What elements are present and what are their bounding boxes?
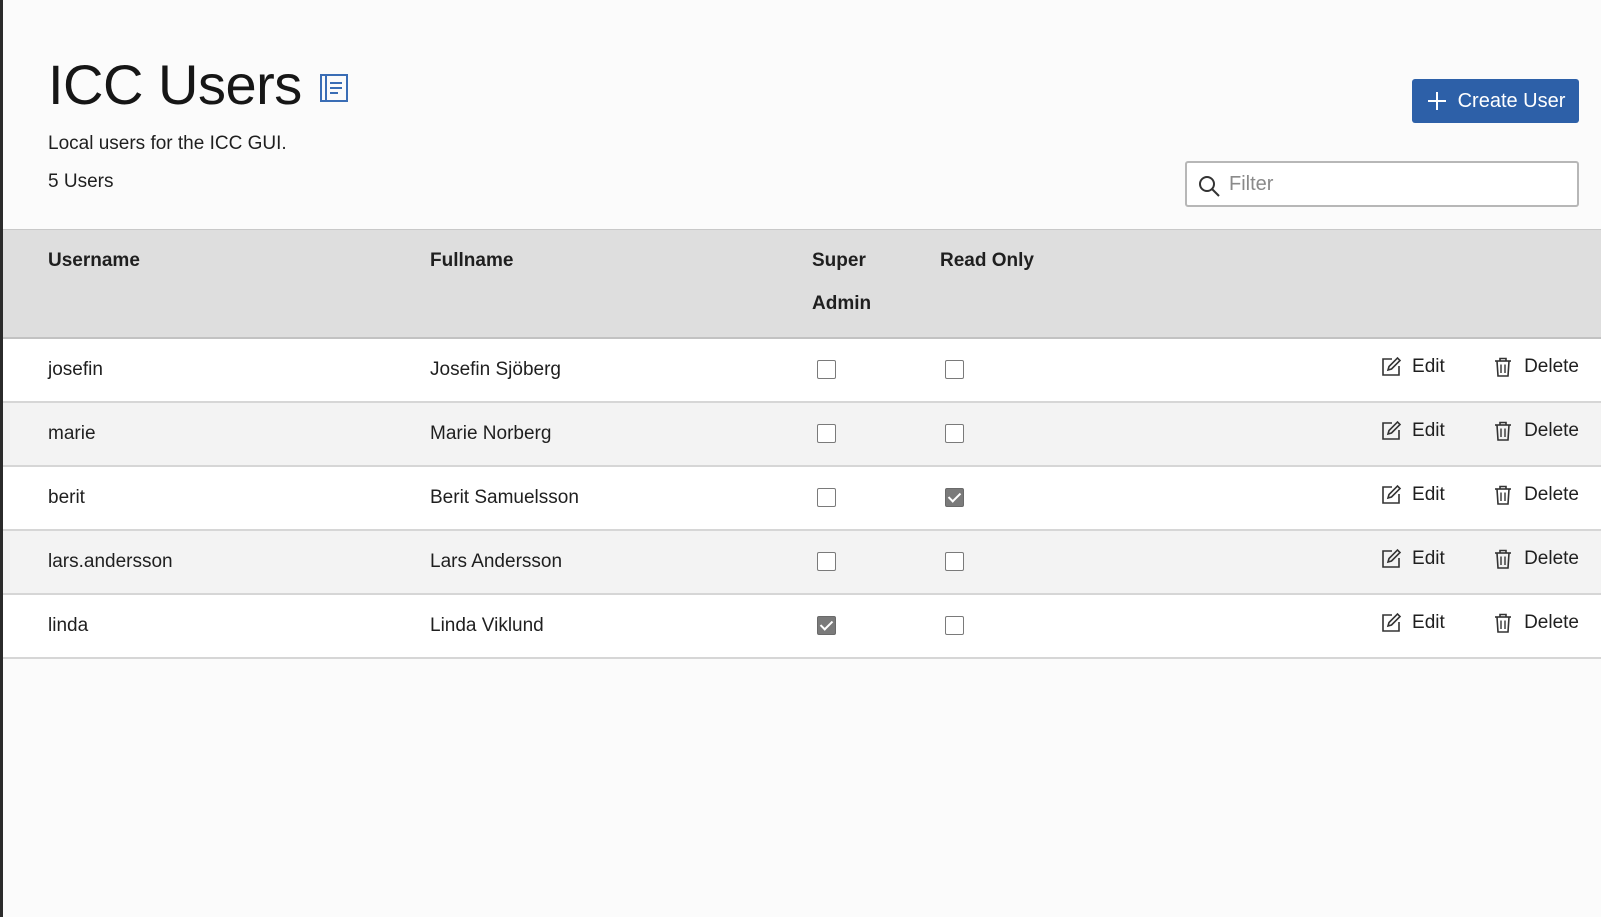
page-header: ICC Users Local users for the ICC GUI. 5… <box>3 0 1601 229</box>
fullname-cell: Linda Viklund <box>430 614 544 636</box>
trash-icon <box>1495 613 1512 633</box>
edit-label: Edit <box>1412 611 1445 633</box>
trash-icon <box>1495 421 1512 441</box>
delete-button[interactable]: Delete <box>1492 484 1579 506</box>
edit-button[interactable]: Edit <box>1380 548 1445 570</box>
read-only-checkbox[interactable] <box>945 359 964 379</box>
actions-cell: Edit Delete <box>1240 594 1601 658</box>
page-title: ICC Users <box>48 53 302 116</box>
read-only-cell <box>940 466 1240 530</box>
trash-icon <box>1495 357 1512 377</box>
column-header-fullname[interactable]: Fullname <box>430 230 812 338</box>
super-admin-cell <box>812 530 940 594</box>
edit-button[interactable]: Edit <box>1380 484 1445 506</box>
super-admin-cell <box>812 466 940 530</box>
delete-label: Delete <box>1524 547 1579 569</box>
filter-input[interactable] <box>1229 172 1559 196</box>
create-user-button[interactable]: Create User <box>1412 79 1579 123</box>
read-only-cell <box>940 594 1240 658</box>
document-icon[interactable] <box>318 72 350 104</box>
edit-icon <box>1382 548 1402 568</box>
edit-label: Edit <box>1412 419 1445 441</box>
delete-button[interactable]: Delete <box>1492 356 1579 378</box>
table-row: berit Berit Samuelsson Edit Delete <box>3 465 1601 530</box>
super-admin-checkbox[interactable] <box>817 551 836 571</box>
username-cell: josefin <box>48 358 103 380</box>
edit-icon <box>1382 420 1402 440</box>
fullname-cell: Marie Norberg <box>430 422 552 444</box>
read-only-cell <box>940 530 1240 594</box>
super-admin-cell <box>812 594 940 658</box>
edit-icon <box>1382 484 1402 504</box>
column-header-actions <box>1240 230 1601 338</box>
user-count: 5 Users <box>48 171 114 192</box>
username-cell: linda <box>48 614 89 636</box>
read-only-checkbox[interactable] <box>945 551 964 571</box>
plus-icon <box>1427 92 1446 110</box>
actions-cell: Edit Delete <box>1240 338 1601 402</box>
delete-button[interactable]: Delete <box>1492 548 1579 570</box>
column-header-super-admin[interactable]: Super Admin <box>812 230 940 338</box>
edit-button[interactable]: Edit <box>1380 356 1445 378</box>
table-row: lars.andersson Lars Andersson Edit Delet… <box>3 529 1601 594</box>
app-window: ICC Users Local users for the ICC GUI. 5… <box>0 0 1601 917</box>
edit-label: Edit <box>1412 483 1445 505</box>
edit-button[interactable]: Edit <box>1380 420 1445 442</box>
table-row: linda Linda Viklund Edit Delete <box>3 593 1601 658</box>
search-icon <box>1199 176 1220 197</box>
edit-icon <box>1382 356 1402 376</box>
read-only-cell <box>940 338 1240 402</box>
column-header-read-only[interactable]: Read Only <box>940 230 1240 338</box>
read-only-checkbox[interactable] <box>945 615 964 635</box>
create-user-label: Create User <box>1457 89 1566 112</box>
super-admin-checkbox[interactable] <box>817 615 836 635</box>
filter-box[interactable] <box>1185 161 1579 207</box>
users-table: Username Fullname Super Admin Read Only … <box>3 229 1601 659</box>
super-admin-checkbox[interactable] <box>817 487 836 507</box>
table-row: marie Marie Norberg Edit Delete <box>3 401 1601 466</box>
delete-button[interactable]: Delete <box>1492 612 1579 634</box>
column-header-username[interactable]: Username <box>3 230 430 338</box>
fullname-cell: Berit Samuelsson <box>430 486 579 508</box>
edit-label: Edit <box>1412 355 1445 377</box>
delete-label: Delete <box>1524 355 1579 377</box>
delete-label: Delete <box>1524 483 1579 505</box>
super-admin-checkbox[interactable] <box>817 423 836 443</box>
super-admin-cell <box>812 402 940 466</box>
username-cell: marie <box>48 422 96 444</box>
table-row: josefin Josefin Sjöberg Edit Delete <box>3 337 1601 402</box>
fullname-cell: Lars Andersson <box>430 550 563 572</box>
read-only-checkbox[interactable] <box>945 423 964 443</box>
page-subtitle: Local users for the ICC GUI. <box>48 133 287 154</box>
title-row: ICC Users <box>48 52 350 118</box>
read-only-cell <box>940 402 1240 466</box>
trash-icon <box>1495 485 1512 505</box>
actions-cell: Edit Delete <box>1240 402 1601 466</box>
edit-label: Edit <box>1412 547 1445 569</box>
delete-label: Delete <box>1524 419 1579 441</box>
username-cell: lars.andersson <box>48 550 173 572</box>
username-cell: berit <box>48 486 85 508</box>
actions-cell: Edit Delete <box>1240 530 1601 594</box>
trash-icon <box>1495 549 1512 569</box>
read-only-checkbox[interactable] <box>945 487 964 507</box>
actions-cell: Edit Delete <box>1240 466 1601 530</box>
delete-button[interactable]: Delete <box>1492 420 1579 442</box>
edit-icon <box>1382 612 1402 632</box>
delete-label: Delete <box>1524 611 1579 633</box>
super-admin-checkbox[interactable] <box>817 359 836 379</box>
fullname-cell: Josefin Sjöberg <box>430 358 561 380</box>
edit-button[interactable]: Edit <box>1380 612 1445 634</box>
super-admin-cell <box>812 338 940 402</box>
table-header-row: Username Fullname Super Admin Read Only <box>3 229 1601 338</box>
